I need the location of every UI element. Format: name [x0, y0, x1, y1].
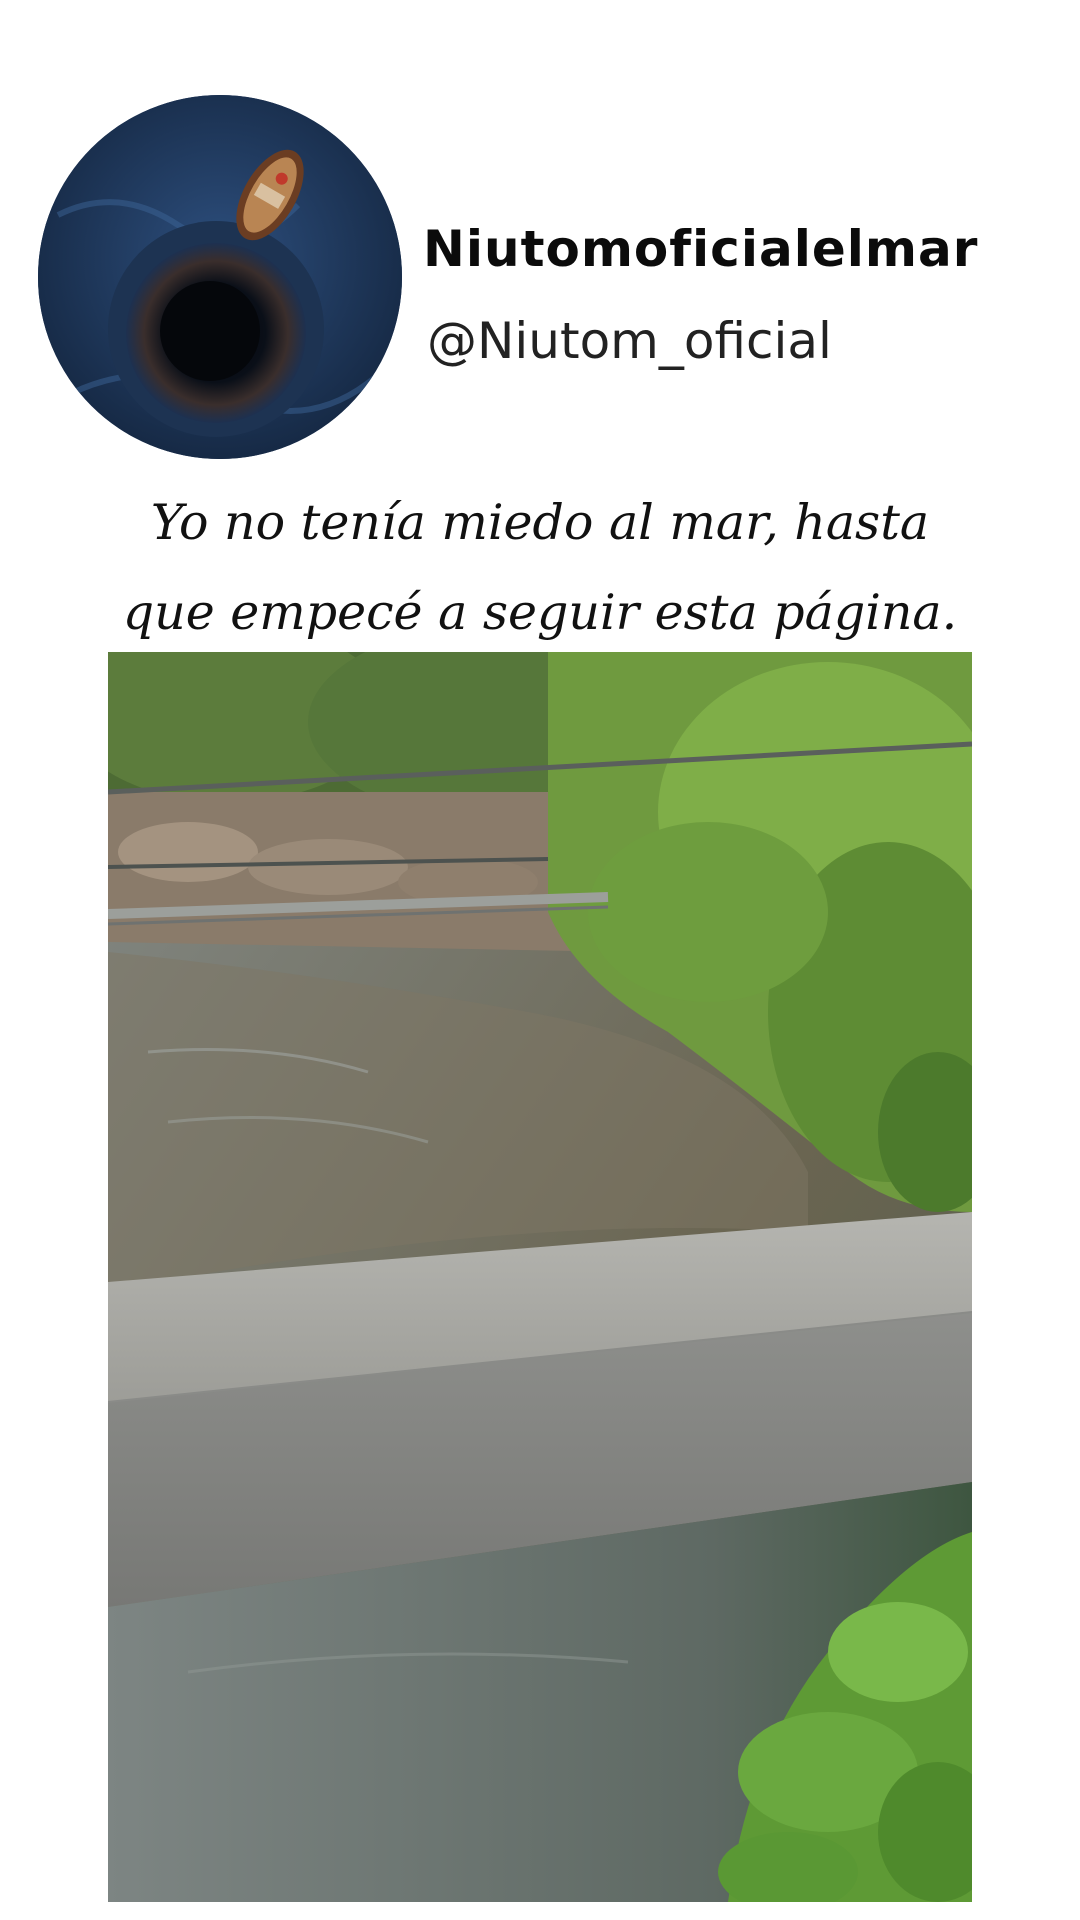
caption-line-1: Yo no tenía miedo al mar, hasta [150, 494, 930, 551]
caption-line-2: que empecé a seguir esta página. [122, 584, 958, 641]
avatar[interactable] [38, 95, 402, 459]
caption: Yo no tenía miedo al mar, hasta que empe… [100, 478, 980, 658]
user-handle[interactable]: @Niutom_oficial [427, 312, 832, 370]
boat-over-ocean-hole-icon [38, 95, 402, 459]
display-name[interactable]: Niutomoficialelmar [423, 220, 978, 278]
video-frame[interactable] [108, 652, 972, 1902]
river-bridge-scene [108, 652, 972, 1902]
